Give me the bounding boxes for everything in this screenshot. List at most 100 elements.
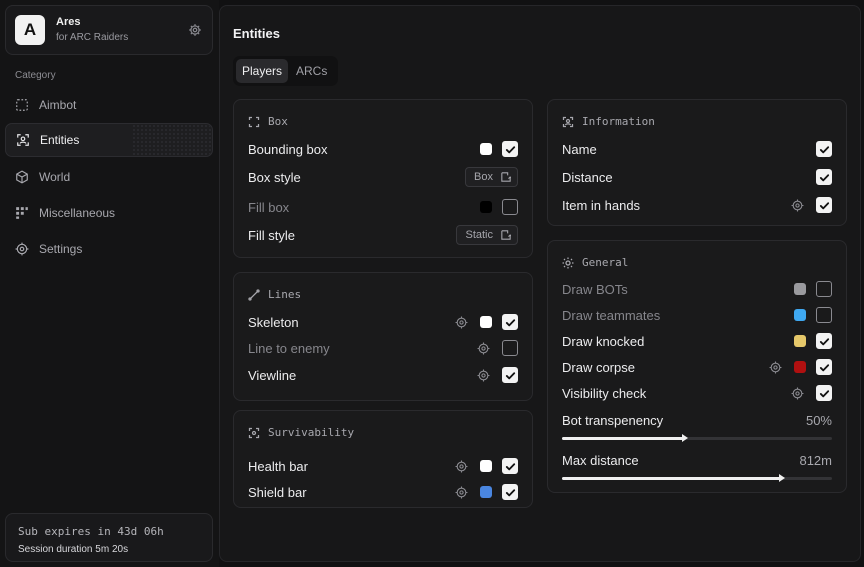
option-label: Fill style <box>248 227 295 243</box>
draw-corpse-row: Draw corpse <box>562 357 832 377</box>
color-swatch[interactable] <box>480 201 492 213</box>
draw-bots-checkbox[interactable] <box>816 281 832 297</box>
draw-corpse-checkbox[interactable] <box>816 359 832 375</box>
card-title: Box <box>268 115 288 128</box>
line-to-enemy-checkbox[interactable] <box>502 340 518 356</box>
option-label: Skeleton <box>248 314 299 330</box>
sidebar: A Ares for ARC Raiders Category Aimbot E… <box>0 0 219 567</box>
check-icon <box>819 389 829 397</box>
health-bar-checkbox[interactable] <box>502 458 518 474</box>
gear-icon[interactable] <box>791 387 804 400</box>
gear-icon[interactable] <box>477 342 490 355</box>
option-label: Draw teammates <box>562 307 661 323</box>
skeleton-checkbox[interactable] <box>502 314 518 330</box>
color-swatch[interactable] <box>480 460 492 472</box>
slider-label: Max distance <box>562 453 639 468</box>
sidebar-item-label: Settings <box>39 242 83 256</box>
visibility-check-row: Visibility check <box>562 383 832 403</box>
bot-transparency-slider-row: Bot transpenency 50% <box>562 413 832 442</box>
option-label: Bounding box <box>248 141 328 157</box>
viewline-row: Viewline <box>248 365 518 385</box>
card-title: Survivability <box>268 426 355 439</box>
gear-icon[interactable] <box>455 460 468 473</box>
gear-icon[interactable] <box>477 369 490 382</box>
check-icon <box>505 488 515 496</box>
sidebar-item-aimbot[interactable]: Aimbot <box>5 88 213 122</box>
max-distance-slider[interactable] <box>562 474 832 482</box>
brand-card: A Ares for ARC Raiders <box>5 5 213 55</box>
sidebar-item-world[interactable]: World <box>5 160 213 194</box>
option-label: Box style <box>248 169 301 185</box>
color-swatch[interactable] <box>794 309 806 321</box>
fill-style-select[interactable]: Static <box>456 225 518 245</box>
entity-target-icon <box>17 134 29 146</box>
sidebar-item-label: World <box>39 170 71 184</box>
draw-knocked-row: Draw knocked <box>562 331 832 351</box>
gear-icon[interactable] <box>188 23 202 37</box>
draw-knocked-checkbox[interactable] <box>816 333 832 349</box>
sidebar-item-label: Aimbot <box>39 98 77 112</box>
survivability-card: Survivability Health bar Shield bar <box>233 410 533 508</box>
draw-teammates-checkbox[interactable] <box>816 307 832 323</box>
max-distance-slider-row: Max distance 812m <box>562 453 832 482</box>
gear-icon[interactable] <box>791 199 804 212</box>
slider-thumb[interactable] <box>681 434 688 442</box>
color-swatch[interactable] <box>480 316 492 328</box>
color-swatch[interactable] <box>480 486 492 498</box>
box-style-select[interactable]: Box <box>465 167 518 187</box>
bounding-box-checkbox[interactable] <box>502 141 518 157</box>
color-swatch[interactable] <box>480 143 492 155</box>
distance-row: Distance <box>562 167 832 187</box>
slider-value: 50% <box>805 413 832 428</box>
select-toggle-icon <box>501 172 511 182</box>
select-toggle-icon <box>501 230 511 240</box>
card-header: Lines <box>248 288 301 301</box>
fill-style-row: Fill style Static <box>248 225 518 245</box>
viewline-checkbox[interactable] <box>502 367 518 383</box>
check-icon <box>505 145 515 153</box>
color-swatch[interactable] <box>794 335 806 347</box>
item-in-hands-checkbox[interactable] <box>816 197 832 213</box>
color-swatch[interactable] <box>794 283 806 295</box>
visibility-check-checkbox[interactable] <box>816 385 832 401</box>
check-icon <box>505 462 515 470</box>
crosshair-frame-icon <box>16 99 28 111</box>
fill-box-checkbox[interactable] <box>502 199 518 215</box>
option-label: Health bar <box>248 458 308 474</box>
check-icon <box>505 371 515 379</box>
bot-transparency-slider[interactable] <box>562 434 832 442</box>
slider-thumb[interactable] <box>778 474 785 482</box>
gear-icon[interactable] <box>769 361 782 374</box>
draw-teammates-row: Draw teammates <box>562 305 832 325</box>
option-label: Draw knocked <box>562 333 645 349</box>
distance-checkbox[interactable] <box>816 169 832 185</box>
name-checkbox[interactable] <box>816 141 832 157</box>
bounding-box-icon <box>248 116 260 127</box>
slider-fill <box>562 437 684 440</box>
gear-icon[interactable] <box>455 486 468 499</box>
draw-bots-row: Draw BOTs <box>562 279 832 299</box>
check-icon <box>819 363 829 371</box>
option-label: Distance <box>562 169 613 185</box>
line-icon <box>248 288 260 301</box>
check-icon <box>819 145 829 153</box>
sidebar-item-settings[interactable]: Settings <box>5 232 213 266</box>
entity-target-icon <box>248 427 260 438</box>
shield-bar-checkbox[interactable] <box>502 484 518 500</box>
color-swatch[interactable] <box>794 361 806 373</box>
gear-icon[interactable] <box>455 316 468 329</box>
card-title: Lines <box>268 288 302 301</box>
main-panel: Entities Players ARCs Box Bounding box B… <box>219 5 861 562</box>
brand-subtitle: for ARC Raiders <box>56 32 129 43</box>
option-label: Fill box <box>248 199 290 215</box>
nodes-icon <box>16 207 28 219</box>
tab-players[interactable]: Players <box>236 59 289 83</box>
subscription-expiry: Sub expires in 43d 06h <box>18 525 164 538</box>
check-icon <box>819 173 829 181</box>
slider-label: Bot transpenency <box>562 413 664 428</box>
tab-arcs[interactable]: ARCs <box>290 59 333 83</box>
sidebar-item-entities[interactable]: Entities <box>5 123 213 157</box>
check-icon <box>505 318 515 326</box>
sidebar-item-miscellaneous[interactable]: Miscellaneous <box>5 196 213 230</box>
bounding-box-row: Bounding box <box>248 139 518 159</box>
